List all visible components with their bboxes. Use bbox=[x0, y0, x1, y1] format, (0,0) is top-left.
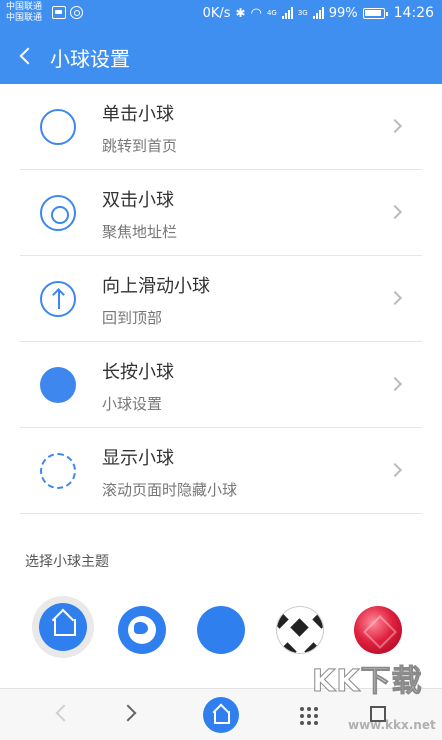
bluetooth-icon: ✱ bbox=[235, 6, 246, 20]
theme-option-home-selected[interactable] bbox=[32, 596, 94, 658]
net-speed: 0K/s bbox=[202, 5, 231, 21]
sync-icon bbox=[70, 6, 83, 19]
chevron-right-icon bbox=[387, 290, 403, 306]
theme-picker bbox=[0, 596, 442, 660]
carrier-1: 中国联通 bbox=[6, 2, 43, 12]
theme-option-plain-blue[interactable] bbox=[197, 606, 245, 654]
nav-forward-button[interactable] bbox=[119, 704, 137, 722]
chevron-right-icon bbox=[387, 462, 403, 478]
battery-percent: 99% bbox=[328, 5, 358, 21]
setting-label: 双击小球 bbox=[102, 190, 174, 211]
theme-option-soccer-ball[interactable] bbox=[276, 606, 324, 654]
nav-tabs-button[interactable] bbox=[370, 706, 386, 722]
soccer-ball-icon bbox=[290, 618, 309, 637]
arrow-up-circle-icon bbox=[40, 281, 76, 317]
signal-icon-2 bbox=[312, 7, 324, 19]
signal-icon bbox=[281, 7, 293, 19]
dashed-circle-icon bbox=[40, 453, 76, 489]
setting-swipe-up[interactable]: 向上滑动小球 回到顶部 bbox=[20, 256, 422, 342]
chevron-right-icon bbox=[387, 376, 403, 392]
clock: 14:26 bbox=[393, 5, 434, 21]
setting-long-press[interactable]: 长按小球 小球设置 bbox=[20, 342, 422, 428]
bottom-nav bbox=[0, 688, 442, 740]
setting-value: 回到顶部 bbox=[102, 309, 163, 327]
nav-home-button[interactable] bbox=[203, 697, 239, 733]
setting-label: 显示小球 bbox=[102, 448, 174, 469]
battery-icon bbox=[362, 7, 388, 19]
setting-label: 向上滑动小球 bbox=[102, 276, 210, 297]
double-ring-icon bbox=[40, 195, 76, 231]
settings-list: 单击小球 跳转到首页 双击小球 聚焦地址栏 向上滑动小球 回到顶部 长按小球 小… bbox=[0, 84, 442, 514]
page-title: 小球设置 bbox=[50, 47, 130, 71]
setting-show-ball[interactable]: 显示小球 滚动页面时隐藏小球 bbox=[20, 428, 422, 514]
setting-value: 滚动页面时隐藏小球 bbox=[102, 481, 238, 499]
chevron-right-icon bbox=[387, 204, 403, 220]
setting-label: 单击小球 bbox=[102, 104, 174, 125]
filled-circle-icon bbox=[40, 367, 76, 403]
theme-section-label: 选择小球主题 bbox=[25, 554, 109, 570]
theme-option-globe[interactable] bbox=[118, 606, 166, 654]
setting-value: 小球设置 bbox=[102, 395, 163, 413]
message-icon bbox=[52, 6, 66, 19]
status-bar: 中国联通 中国联通 0K/s ✱ ◠ 4G 3G 99% 14:26 bbox=[0, 0, 442, 28]
setting-value: 聚焦地址栏 bbox=[102, 223, 178, 241]
network-4g-label: 4G bbox=[266, 9, 277, 17]
chevron-right-icon bbox=[387, 118, 403, 134]
theme-option-ruby[interactable] bbox=[354, 606, 402, 654]
setting-label: 长按小球 bbox=[102, 362, 174, 383]
carrier-2: 中国联通 bbox=[6, 13, 43, 23]
network-3g-label: 3G bbox=[297, 9, 308, 17]
setting-single-tap[interactable]: 单击小球 跳转到首页 bbox=[20, 84, 422, 170]
wifi-icon: ◠ bbox=[250, 5, 262, 21]
home-icon bbox=[39, 603, 87, 651]
setting-value: 跳转到首页 bbox=[102, 137, 178, 155]
back-button[interactable] bbox=[14, 42, 38, 70]
title-bar: 小球设置 bbox=[0, 28, 442, 84]
nav-menu-button[interactable] bbox=[300, 707, 318, 725]
ring-icon bbox=[40, 109, 76, 145]
nav-back-button[interactable] bbox=[55, 704, 73, 722]
setting-double-tap[interactable]: 双击小球 聚焦地址栏 bbox=[20, 170, 422, 256]
carrier-info: 中国联通 中国联通 bbox=[6, 2, 42, 24]
